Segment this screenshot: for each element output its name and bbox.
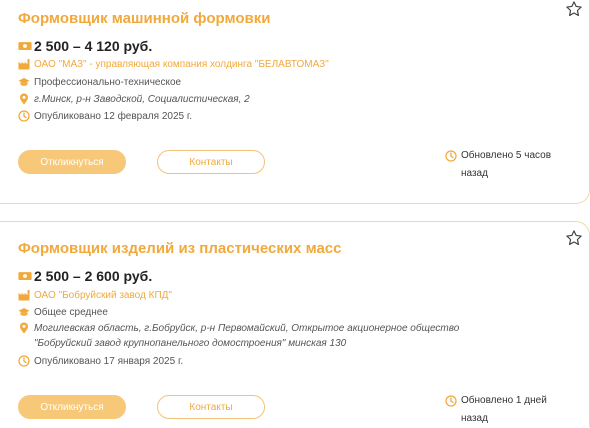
education-value: Профессионально-техническое [34,76,182,88]
education-row: Общее среднее [18,306,108,318]
address-block: Могилевская область, г.Бобруйск, р-н Пер… [34,321,459,351]
factory-icon [18,290,30,301]
vacancy-title[interactable]: Формовщик машинной формовки [18,10,270,27]
education-value: Общее среднее [34,306,108,318]
published-row: Опубликовано 17 января 2025 г. [18,355,183,367]
salary-value: 2 500 – 2 600 руб. [34,268,153,284]
money-icon [18,42,32,50]
salary-value: 2 500 – 4 120 руб. [34,38,153,54]
updated-info: Обновлено 1 дней назад [445,392,585,428]
apply-button[interactable]: Откликнуться [18,150,126,174]
published-date: Опубликовано 12 февраля 2025 г. [34,110,193,122]
apply-button[interactable]: Откликнуться [18,395,126,419]
star-outline-icon[interactable] [565,229,583,247]
clock-icon [18,355,30,367]
contacts-button[interactable]: Контакты [157,150,265,174]
company-row: ОАО "МАЗ" - управляющая компания холдинг… [18,58,329,70]
location-pin-icon [20,322,28,334]
salary-row: 2 500 – 4 120 руб. [18,38,152,54]
clock-icon [445,150,457,162]
company-name[interactable]: ОАО "Бобруйский завод КПД" [34,290,172,301]
clock-icon [18,110,30,122]
vacancy-card: Формовщик машинной формовки 2 500 – 4 12… [0,0,590,204]
star-outline-icon[interactable] [565,0,583,18]
address-line: Могилевская область, г.Бобруйск, р-н Пер… [34,323,460,334]
updated-info: Обновлено 5 часов назад [445,147,585,183]
contacts-button[interactable]: Контакты [157,395,265,419]
company-row: ОАО "Бобруйский завод КПД" [18,289,172,301]
company-name[interactable]: ОАО "МАЗ" - управляющая компания холдинг… [34,59,329,70]
address-line: "Бобруйский завод крупнопанельного домос… [34,338,347,349]
factory-icon [18,59,30,70]
location-pin-icon [20,93,28,105]
clock-icon [445,395,457,407]
published-date: Опубликовано 17 января 2025 г. [34,355,184,367]
education-row: Профессионально-техническое [18,76,181,88]
salary-row: 2 500 – 2 600 руб. [18,268,152,284]
updated-text: Обновлено 1 дней назад [461,395,547,424]
graduation-cap-icon [18,78,30,86]
address-row: Могилевская область, г.Бобруйск, р-н Пер… [18,321,459,351]
published-row: Опубликовано 12 февраля 2025 г. [18,110,192,122]
graduation-cap-icon [18,308,30,316]
address-row: г.Минск, р-н Заводской, Социалистическая… [18,93,250,105]
vacancy-title[interactable]: Формовщик изделий из пластических масс [18,240,342,257]
money-icon [18,272,32,280]
address-value: г.Минск, р-н Заводской, Социалистическая… [34,93,250,105]
updated-text: Обновлено 5 часов назад [461,150,552,179]
vacancy-card: Формовщик изделий из пластических масс 2… [0,221,590,427]
